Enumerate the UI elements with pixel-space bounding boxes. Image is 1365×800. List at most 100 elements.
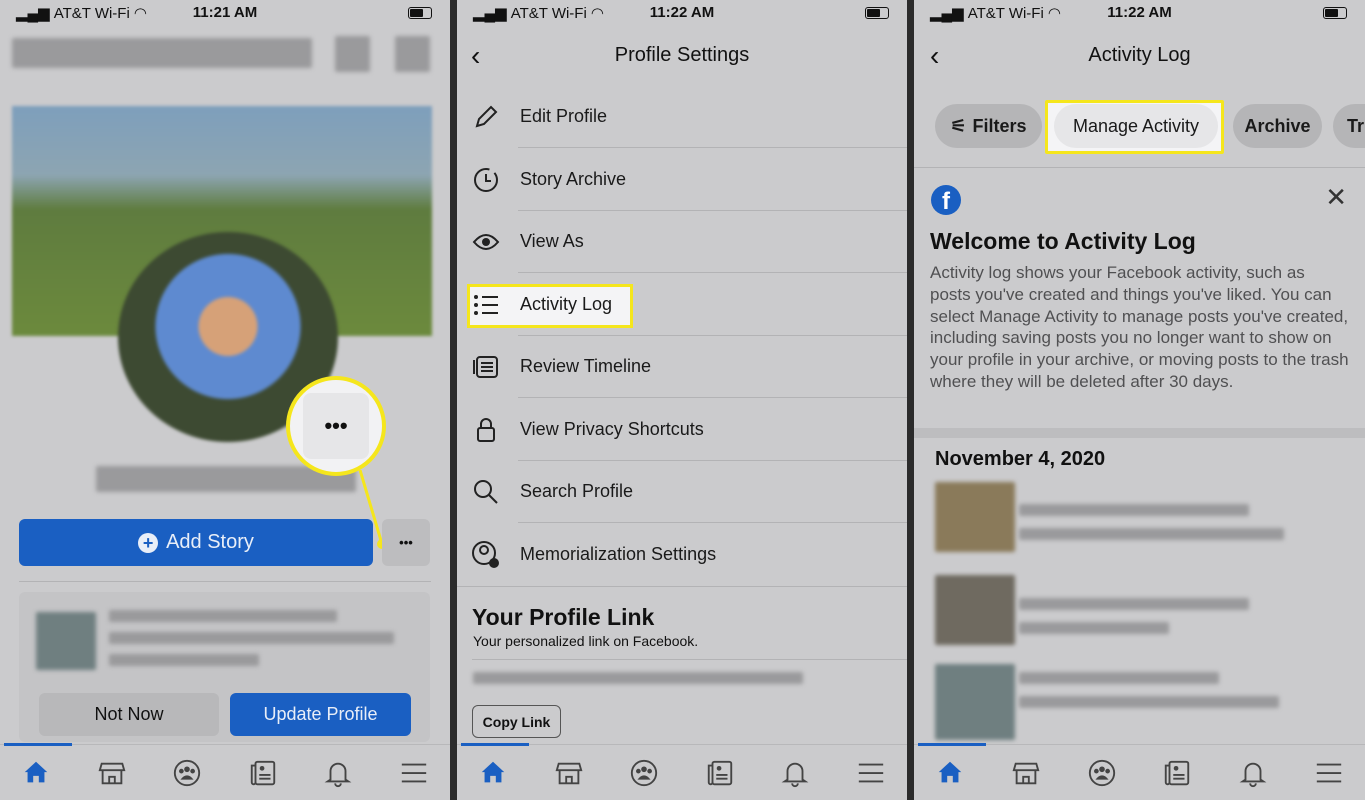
- tab-groups[interactable]: [628, 757, 660, 789]
- tab-menu[interactable]: [398, 757, 430, 789]
- profile-link-title: Your Profile Link: [472, 604, 655, 630]
- tab-news[interactable]: [1161, 757, 1193, 789]
- tab-marketplace[interactable]: [96, 757, 128, 789]
- facebook-logo-icon: f: [931, 185, 961, 215]
- menu-item-label: View Privacy Shortcuts: [520, 418, 704, 439]
- person-gear-icon: [472, 540, 499, 568]
- menu-item-view-privacy-shortcuts[interactable]: View Privacy Shortcuts: [457, 399, 907, 461]
- news-icon: [250, 760, 275, 786]
- tab-home[interactable]: [20, 757, 52, 789]
- profile-settings-screen: ▂▄▆ AT&T Wi-Fi ◠ 11:22 AM ‹ Profile Settin…: [457, 0, 907, 800]
- tab-marketplace[interactable]: [553, 757, 585, 789]
- tab-bell[interactable]: [779, 757, 811, 789]
- more-options-button[interactable]: •••: [382, 519, 430, 566]
- blurred-activity-thumbnail[interactable]: [935, 664, 1015, 740]
- tab-menu[interactable]: [855, 757, 887, 789]
- blurred-text: [1019, 598, 1249, 610]
- filters-chip[interactable]: ⚟ Filters: [935, 104, 1042, 148]
- profile-screen: ▂▄▆ AT&T Wi-Fi ◠ 11:21 AM ••• + Add Story •…: [0, 0, 450, 800]
- menu-item-review-timeline[interactable]: Review Timeline: [457, 336, 907, 398]
- blurred-text: [109, 654, 259, 666]
- list-icon: [474, 294, 498, 315]
- clock: 11:22 AM: [1107, 4, 1172, 21]
- status-bar: ▂▄▆ AT&T Wi-Fi ◠ 11:22 AM: [457, 4, 907, 24]
- eye-icon: [472, 234, 500, 250]
- tab-marketplace[interactable]: [1010, 757, 1042, 789]
- welcome-title: Welcome to Activity Log: [930, 228, 1196, 254]
- page-title: Activity Log: [1088, 44, 1191, 66]
- tab-groups[interactable]: [171, 757, 203, 789]
- blurred-text: [109, 632, 394, 644]
- home-icon: [481, 761, 505, 783]
- tab-home[interactable]: [934, 757, 966, 789]
- blurred-activity-thumbnail[interactable]: [935, 482, 1015, 552]
- blurred-text: [1019, 696, 1279, 708]
- menu-item-label: Activity Log: [520, 293, 613, 314]
- blurred-activity-thumbnail[interactable]: [935, 575, 1015, 645]
- groups-icon: [174, 759, 201, 787]
- tab-home[interactable]: [477, 757, 509, 789]
- close-icon[interactable]: ✕: [1325, 182, 1347, 213]
- tab-menu[interactable]: [1313, 757, 1345, 789]
- blurred-name-header: [12, 38, 312, 68]
- battery-icon: [408, 7, 432, 19]
- tab-groups[interactable]: [1086, 757, 1118, 789]
- bell-icon: [781, 762, 809, 787]
- clock: 11:21 AM: [192, 4, 258, 21]
- status-bar: ▂▄▆ AT&T Wi-Fi ◠ 11:21 AM: [0, 4, 450, 24]
- marketplace-icon: [555, 762, 583, 785]
- menu-icon: [858, 763, 884, 783]
- tab-bar: [914, 743, 1365, 800]
- tab-news[interactable]: [704, 757, 736, 789]
- settings-menu: Edit Profile Story Archive View As Activity…: [457, 86, 907, 586]
- menu-item-label: Review Timeline: [520, 356, 652, 376]
- menu-item-label: View As: [520, 231, 584, 251]
- blurred-text: [1019, 672, 1219, 684]
- menu-item-story-archive[interactable]: Story Archive: [457, 149, 907, 211]
- update-profile-button[interactable]: Update Profile: [230, 693, 411, 736]
- active-tab-indicator: [918, 743, 986, 746]
- home-icon: [938, 761, 962, 783]
- news-icon: [707, 760, 732, 786]
- active-tab-indicator: [4, 743, 72, 746]
- tab-bell[interactable]: [1237, 757, 1269, 789]
- groups-icon: [631, 759, 658, 787]
- tab-bell[interactable]: [322, 757, 354, 789]
- archive-chip[interactable]: Archive: [1233, 104, 1322, 148]
- groups-icon: [1088, 759, 1115, 787]
- blurred-icon: [335, 36, 370, 72]
- tab-bar: [0, 743, 450, 800]
- more-callout: •••: [286, 376, 386, 476]
- sliders-icon: ⚟: [950, 115, 967, 136]
- blurred-text: [1019, 504, 1249, 516]
- tab-news[interactable]: [247, 757, 279, 789]
- menu-item-search-profile[interactable]: Search Profile: [457, 461, 907, 523]
- lock-icon: [477, 417, 495, 442]
- copy-link-button[interactable]: Copy Link: [472, 705, 561, 738]
- home-icon: [24, 761, 48, 783]
- menu-icon: [1316, 763, 1342, 783]
- menu-item-view-as[interactable]: View As: [457, 211, 907, 273]
- manage-activity-chip[interactable]: Manage Activity: [1054, 104, 1218, 148]
- blurred-profile-url: [473, 672, 803, 684]
- search-icon: [474, 480, 498, 504]
- section-separator: [914, 428, 1365, 438]
- add-story-button[interactable]: + Add Story: [19, 519, 373, 566]
- menu-item-label: Search Profile: [520, 481, 634, 501]
- clock: 11:22 AM: [649, 4, 715, 21]
- plus-circle-icon: +: [138, 532, 159, 553]
- update-profile-card: Not Now Update Profile: [19, 592, 430, 742]
- divider: [19, 581, 431, 582]
- menu-item-memorialization-settings[interactable]: Memorialization Settings: [457, 524, 907, 586]
- blurred-text: [1019, 622, 1169, 634]
- menu-item-activity-log[interactable]: Activity Log: [457, 274, 907, 336]
- trash-chip[interactable]: Tr: [1333, 104, 1365, 148]
- activity-log-screen: ▂▄▆ AT&T Wi-Fi ◠ 11:22 AM ‹ Activity Log ⚟…: [914, 0, 1365, 800]
- divider: [914, 167, 1365, 168]
- menu-item-edit-profile[interactable]: Edit Profile: [457, 86, 907, 148]
- timeline-icon: [473, 356, 498, 378]
- battery-icon: [865, 7, 889, 19]
- blurred-icon: [395, 36, 430, 72]
- not-now-button[interactable]: Not Now: [39, 693, 219, 736]
- menu-item-label: Edit Profile: [520, 106, 608, 126]
